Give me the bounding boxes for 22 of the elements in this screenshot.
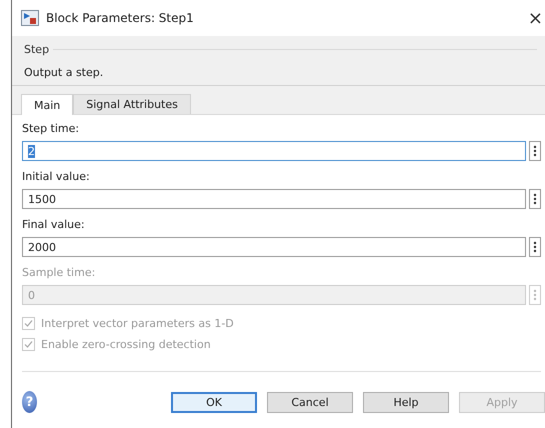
field-label: Initial value: — [22, 170, 91, 183]
dialog-button[interactable]: Cancel — [267, 392, 353, 412]
input-field[interactable]: 1500 — [22, 189, 526, 209]
block-description: Output a step. — [24, 66, 104, 79]
field-label: Final value: — [22, 218, 86, 231]
option-label: Interpret vector parameters as 1-D — [41, 317, 234, 330]
tab[interactable]: Signal Attributes — [73, 94, 191, 114]
close-button[interactable]: × — [526, 8, 545, 28]
more-icon[interactable] — [529, 189, 541, 209]
dialog-button[interactable]: Help — [363, 392, 449, 412]
input-field[interactable]: 2 — [22, 141, 526, 161]
tab[interactable]: Main — [21, 94, 74, 115]
field-label: Sample time: — [22, 266, 96, 279]
input-field[interactable]: 2000 — [22, 237, 526, 257]
field-label: Step time: — [22, 122, 80, 135]
more-icon[interactable] — [529, 237, 541, 257]
window-title: Block Parameters: Step1 — [46, 11, 195, 25]
block-icon — [21, 10, 39, 26]
option-label: Enable zero-crossing detection — [41, 338, 211, 351]
more-icon[interactable] — [529, 141, 541, 161]
group-title: Step — [24, 42, 50, 56]
dialog-button[interactable]: OK — [171, 392, 257, 412]
